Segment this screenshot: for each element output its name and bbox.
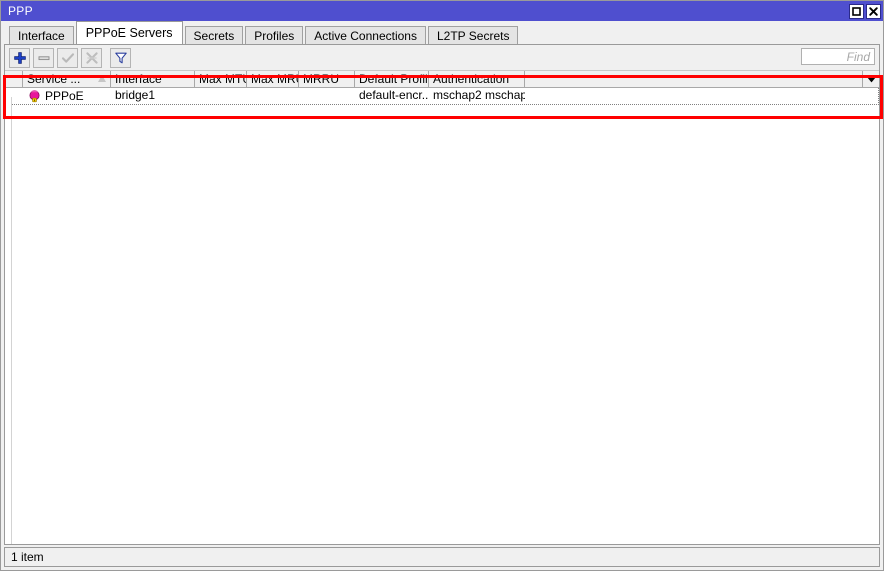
column-header-authentication[interactable]: Authentication [429,71,525,87]
tab-l2tp-secrets[interactable]: L2TP Secrets [427,26,519,44]
search-input[interactable]: Find [801,48,875,65]
add-button[interactable] [9,47,30,68]
column-header-default-profile[interactable]: Default Profile [355,71,429,87]
column-header-mrru[interactable]: MRRU [299,71,355,87]
remove-button[interactable] [33,47,54,68]
row-gutter [5,88,23,104]
table-row[interactable]: PPPoE bridge1 default-encr... mschap2 ms… [5,88,879,105]
check-icon [61,52,74,63]
close-button[interactable] [866,3,881,19]
pppoe-server-icon [29,89,40,102]
enable-button[interactable] [57,47,78,68]
cell-max-mru [247,88,299,104]
content-panel: Find Service ... Interface Max MTU Max M… [4,44,880,545]
column-chooser-button[interactable] [862,71,879,87]
table-header-row: Service ... Interface Max MTU Max MRU MR… [5,71,879,88]
servers-table: Service ... Interface Max MTU Max MRU MR… [5,71,879,544]
tab-strip: Interface PPPoE Servers Secrets Profiles… [1,21,883,44]
cell-default-profile: default-encr... [359,88,429,102]
tab-pppoe-servers[interactable]: PPPoE Servers [75,21,183,44]
window-titlebar: PPP [1,1,883,21]
chevron-down-icon [867,77,875,82]
window-title: PPP [8,4,33,18]
plus-icon [13,51,26,64]
column-header-max-mru[interactable]: Max MRU [247,71,299,87]
cross-icon [85,51,98,64]
cell-service-label: PPPoE [45,88,84,103]
maximize-button[interactable] [849,3,864,19]
column-header-interface[interactable]: Interface [111,71,195,87]
cell-max-mtu [195,88,247,104]
column-header-max-mtu[interactable]: Max MTU [195,71,247,87]
close-icon [869,6,878,16]
table-body: PPPoE bridge1 default-encr... mschap2 ms… [5,88,879,544]
column-header-gutter [5,71,23,87]
tab-profiles[interactable]: Profiles [245,26,304,44]
disable-button[interactable] [81,47,102,68]
cell-authentication: mschap2 mschap... [433,88,525,102]
maximize-icon [852,6,861,16]
toolbar: Find [5,45,879,71]
funnel-icon [114,52,127,63]
cell-service: PPPoE [23,88,111,104]
ppp-window: PPP Interface PPPoE Servers Secrets Prof… [0,0,884,571]
cell-mrru [299,88,355,104]
tab-secrets[interactable]: Secrets [184,26,244,44]
sort-ascending-icon [98,75,106,82]
tab-active-connections[interactable]: Active Connections [305,26,426,44]
column-header-service-label: Service ... [27,72,81,86]
column-header-filler [525,71,862,87]
minus-icon [38,55,49,60]
cell-filler [525,88,878,104]
search-placeholder: Find [846,49,870,64]
cell-interface: bridge1 [115,88,156,102]
column-header-service[interactable]: Service ... [23,71,111,87]
status-bar: 1 item [4,547,880,567]
filter-button[interactable] [110,47,131,68]
tab-interface[interactable]: Interface [9,26,74,44]
status-item-count: 1 item [11,550,44,564]
